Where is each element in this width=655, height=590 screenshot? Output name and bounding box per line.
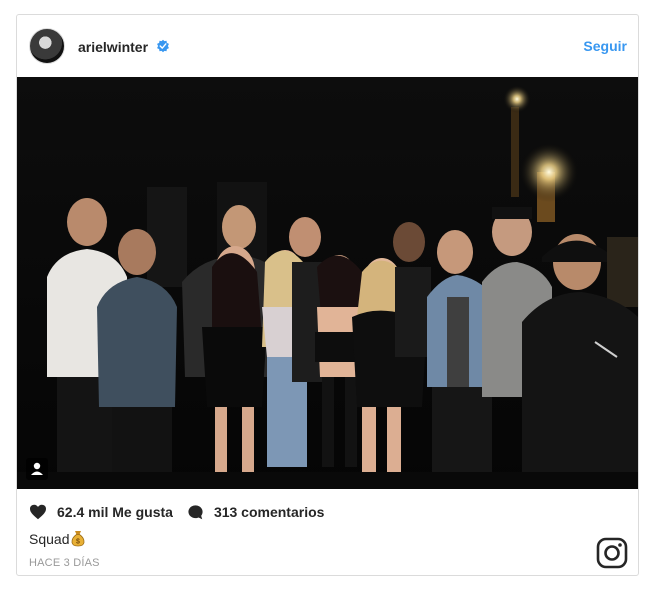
person-icon	[31, 462, 43, 475]
caption: Squad $	[29, 530, 85, 547]
comments-count[interactable]: 313 comentarios	[214, 504, 325, 520]
svg-text:$: $	[77, 538, 81, 545]
caption-text: Squad	[29, 530, 70, 547]
username[interactable]: arielwinter	[78, 39, 148, 55]
verified-badge-icon	[157, 39, 169, 53]
post-footer: 62.4 mil Me gusta 313 comentarios Squad …	[17, 489, 638, 577]
instagram-embed-card: arielwinter Seguir 62.4 mil Me gusta 313…	[16, 14, 639, 576]
instagram-icon[interactable]	[596, 537, 628, 569]
follow-button[interactable]: Seguir	[583, 38, 627, 54]
post-date: HACE 3 DÍAS	[29, 557, 100, 569]
avatar[interactable]	[29, 28, 65, 64]
post-photo[interactable]	[17, 77, 638, 489]
tagged-people-button[interactable]	[26, 458, 48, 480]
money-bag-icon: $	[72, 531, 85, 547]
engagement-row: 62.4 mil Me gusta 313 comentarios	[29, 502, 324, 522]
post-header: arielwinter Seguir	[17, 15, 638, 77]
comment-icon[interactable]	[187, 504, 204, 521]
heart-icon[interactable]	[29, 504, 47, 520]
likes-count[interactable]: 62.4 mil Me gusta	[57, 504, 173, 520]
